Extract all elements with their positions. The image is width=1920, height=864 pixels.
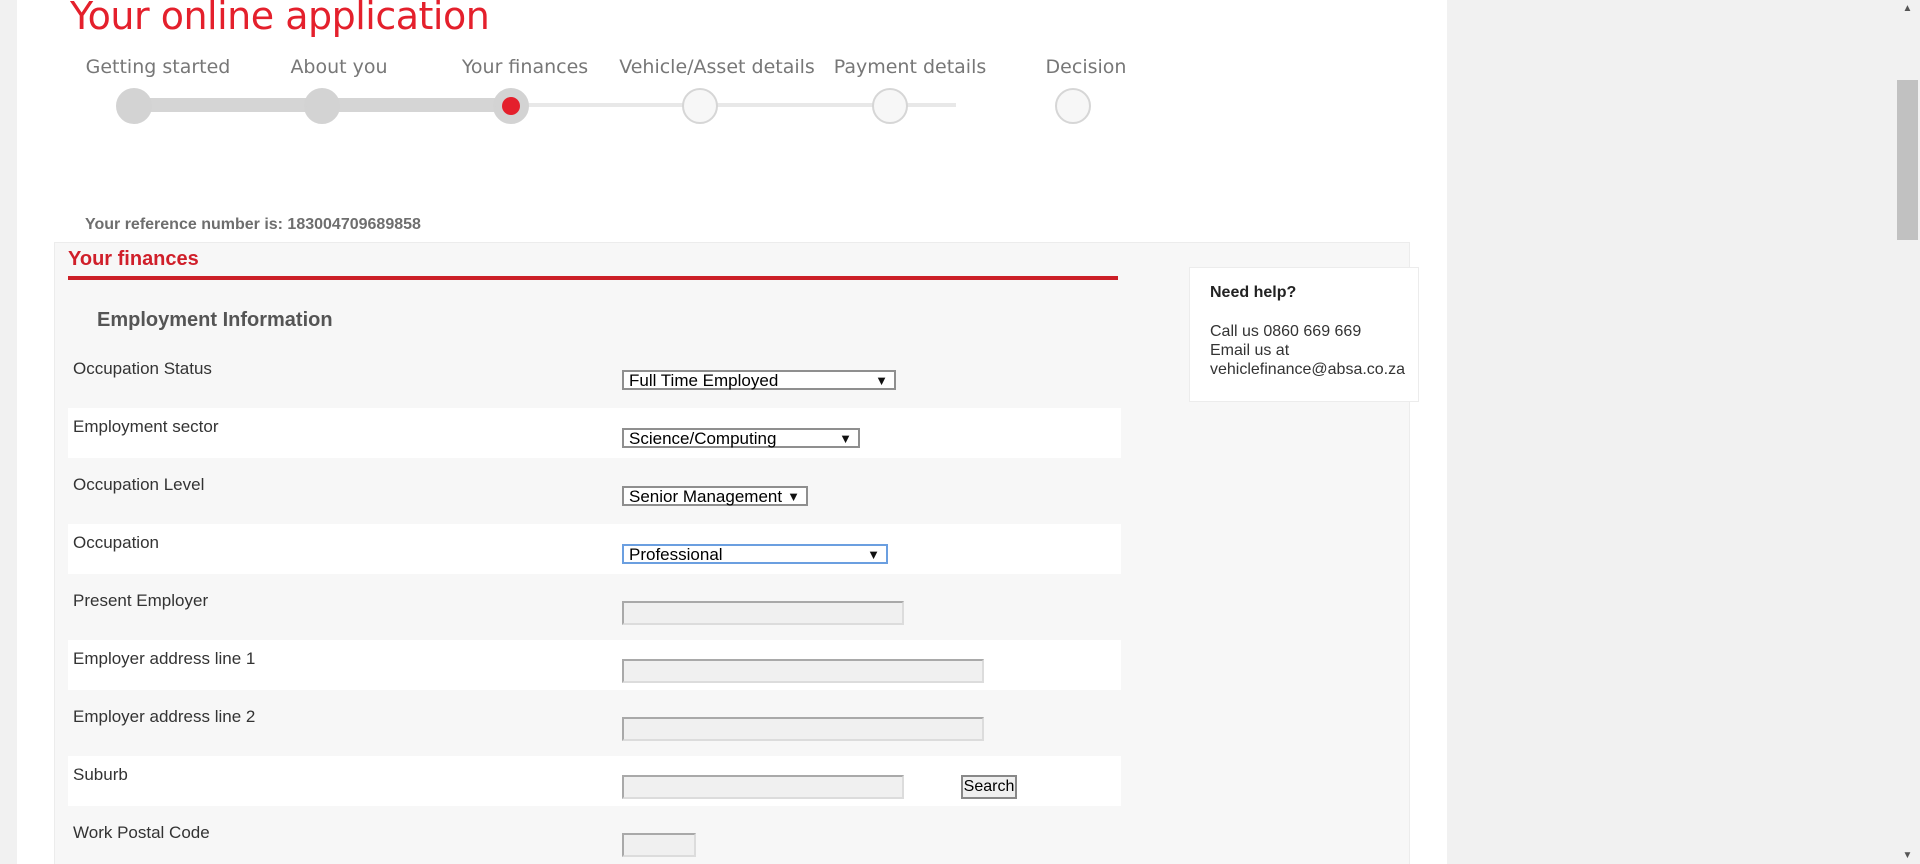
scroll-down-arrow-icon[interactable]: ▼ (1895, 847, 1920, 864)
occupation-level-value: Senior Management (629, 487, 783, 506)
employment-sector-label: Employment sector (73, 417, 219, 436)
employment-information-heading: Employment Information (97, 309, 333, 331)
form-row-work-postal-code: Work Postal Code (68, 814, 1121, 864)
occupation-status-select[interactable]: Full Time Employed ▼ (622, 370, 896, 390)
form-row-occupation-level: Occupation Level Senior Management ▼ (68, 466, 1121, 516)
page-title: Your online application (70, 0, 490, 38)
form-row-suburb: Suburb Search (68, 756, 1121, 806)
scroll-up-arrow-icon[interactable]: ▲ (1895, 0, 1920, 17)
chevron-down-icon: ▼ (839, 431, 852, 446)
employer-address-2-input[interactable] (622, 717, 984, 741)
present-employer-label: Present Employer (73, 591, 209, 610)
step-label-your-finances: Your finances (461, 56, 589, 78)
chevron-down-icon: ▼ (867, 547, 880, 562)
occupation-select[interactable]: Professional ▼ (622, 544, 888, 564)
employer-address-1-input[interactable] (622, 659, 984, 683)
help-email-link[interactable]: vehiclefinance@absa.co.za (1210, 360, 1418, 379)
occupation-status-value: Full Time Employed (629, 371, 779, 390)
step-dot-decision (1055, 88, 1091, 124)
step-label-vehicle-asset-details: Vehicle/Asset details (619, 56, 815, 78)
progress-stepper: Getting started About you Your finances … (57, 52, 1157, 132)
step-dot-getting-started (116, 88, 152, 124)
scroll-thumb[interactable] (1897, 80, 1918, 240)
chevron-down-icon: ▼ (787, 489, 800, 504)
form-row-occupation-status: Occupation Status Full Time Employed ▼ (68, 350, 1121, 400)
step-dot-your-finances (493, 88, 529, 124)
help-phone: Call us 0860 669 669 (1210, 323, 1362, 340)
occupation-level-label: Occupation Level (73, 475, 205, 494)
occupation-value: Professional (629, 545, 723, 564)
form-row-occupation: Occupation Professional ▼ (68, 524, 1121, 574)
occupation-status-label: Occupation Status (73, 359, 212, 378)
step-label-about-you: About you (290, 56, 388, 78)
form-row-employer-address-2: Employer address line 2 (68, 698, 1121, 748)
section-title: Your finances (68, 248, 199, 270)
help-box: Need help? Call us 0860 669 669 Email us… (1189, 267, 1419, 402)
step-dot-payment-details (872, 88, 908, 124)
work-postal-code-label: Work Postal Code (73, 823, 210, 842)
step-label-getting-started: Getting started (85, 56, 231, 78)
occupation-level-select[interactable]: Senior Management ▼ (622, 486, 808, 506)
step-dot-about-you (304, 88, 340, 124)
chevron-down-icon: ▼ (875, 373, 888, 388)
step-label-decision: Decision (1045, 56, 1127, 78)
occupation-label: Occupation (73, 533, 159, 552)
suburb-label: Suburb (73, 765, 128, 784)
help-title: Need help? (1210, 284, 1297, 301)
employer-address-1-label: Employer address line 1 (73, 649, 256, 668)
employer-address-2-label: Employer address line 2 (73, 707, 256, 726)
help-email-prefix: Email us at (1210, 342, 1290, 359)
form-row-present-employer: Present Employer (68, 582, 1121, 632)
suburb-search-button[interactable]: Search (961, 775, 1017, 799)
step-label-payment-details: Payment details (833, 56, 987, 78)
reference-number: Your reference number is: 18300470968985… (85, 216, 421, 233)
form-row-employment-sector: Employment sector Science/Computing ▼ (68, 408, 1121, 458)
suburb-input[interactable] (622, 775, 904, 799)
application-page: Your online application Getting started … (17, 0, 1447, 864)
work-postal-code-input[interactable] (622, 833, 696, 857)
step-dot-vehicle-asset-details (682, 88, 718, 124)
form-row-employer-address-1: Employer address line 1 (68, 640, 1121, 690)
section-divider (68, 276, 1118, 280)
vertical-scrollbar[interactable]: ▲ ▼ (1895, 0, 1920, 864)
present-employer-input[interactable] (622, 601, 904, 625)
employment-sector-value: Science/Computing (629, 429, 777, 448)
employment-sector-select[interactable]: Science/Computing ▼ (622, 428, 860, 448)
